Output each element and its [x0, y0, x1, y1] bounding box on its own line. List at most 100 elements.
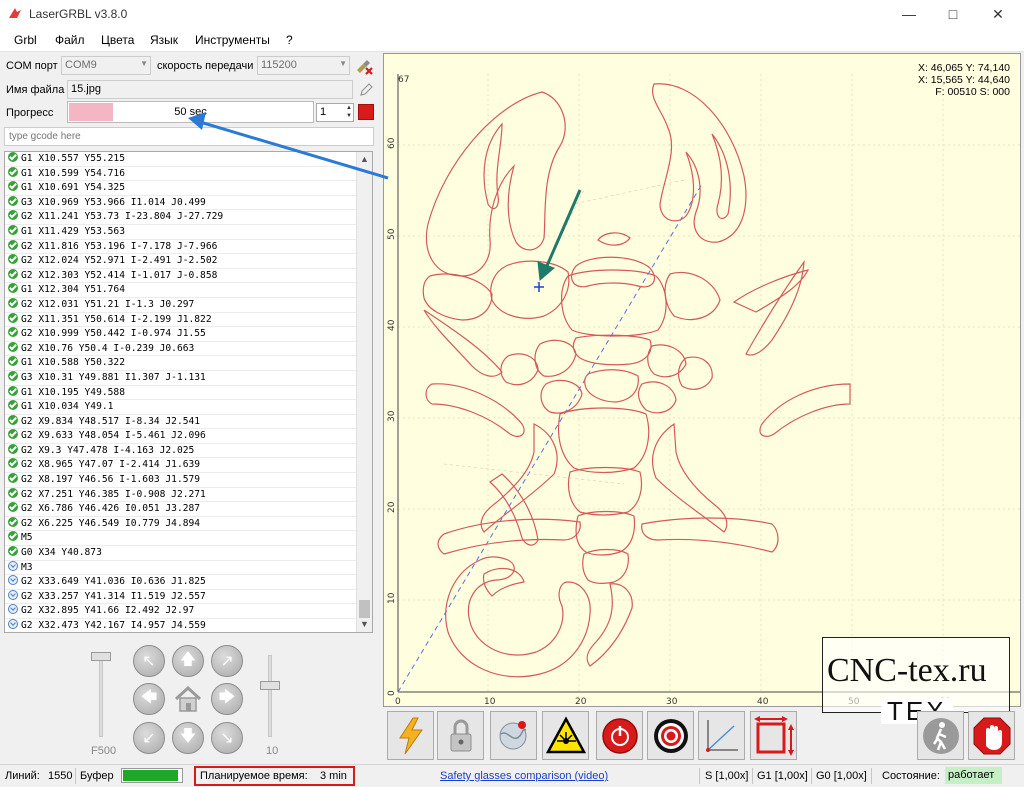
emergency-stop-button[interactable] — [968, 711, 1015, 760]
jog-down-button[interactable]: 🡇 — [172, 722, 204, 754]
menu-tools[interactable]: Инструменты — [195, 33, 270, 47]
pencil-icon[interactable] — [358, 82, 374, 98]
gcode-row[interactable]: G2 X32.473 Y42.167 I4.957 J4.559 — [5, 619, 372, 632]
gcode-row-text: G2 X10.76 Y50.4 I-0.239 J0.663 — [21, 342, 195, 354]
check-circle-icon — [8, 458, 18, 469]
laser-warning-button[interactable] — [542, 711, 589, 760]
gcode-row-text: G2 X32.473 Y42.167 I4.957 J4.559 — [21, 620, 206, 631]
unlock-button[interactable] — [437, 711, 484, 760]
stop-hand-icon — [973, 717, 1010, 754]
walk-mode-button[interactable] — [917, 711, 964, 760]
jog-right-button[interactable]: 🡆 — [211, 683, 243, 715]
gcode-row[interactable]: G2 X10.76 Y50.4 I-0.239 J0.663 — [5, 341, 372, 357]
menu-language[interactable]: Язык — [150, 33, 178, 47]
y-tick: 10 — [387, 592, 397, 604]
jog-up-left-button[interactable]: ↖ — [133, 645, 165, 677]
power-icon — [601, 717, 638, 754]
gcode-row[interactable]: G1 X10.557 Y55.215 — [5, 152, 372, 167]
gcode-row[interactable]: M5 — [5, 531, 372, 547]
gcode-row-text: G1 X10.034 Y49.1 — [21, 401, 114, 413]
gcode-row[interactable]: G2 X12.303 Y52.414 I-1.017 J-0.858 — [5, 268, 372, 284]
gcode-command-input[interactable] — [4, 127, 374, 146]
close-button[interactable]: ✕ — [975, 0, 1021, 28]
gcode-row-text: G2 X6.786 Y46.426 I0.051 J3.287 — [21, 503, 201, 515]
status-separator — [75, 768, 76, 784]
check-circle-icon — [8, 546, 18, 557]
gcode-row[interactable]: M3 — [5, 560, 372, 576]
feed-slider-track[interactable] — [99, 655, 103, 737]
gcode-row[interactable]: G3 X10.31 Y49.881 I1.307 J-1.131 — [5, 370, 372, 386]
maximize-button[interactable]: □ — [930, 0, 976, 28]
step-slider-track[interactable] — [268, 655, 272, 737]
gcode-row[interactable]: G2 X11.816 Y53.196 I-7.178 J-7.966 — [5, 239, 372, 255]
jog-down-right-button[interactable]: ↘ — [211, 722, 243, 754]
s-override: S [1,00x] — [705, 770, 749, 782]
menu-grbl[interactable]: Grbl — [14, 33, 37, 47]
jog-up-button[interactable]: 🡅 — [172, 645, 204, 677]
jog-left-button[interactable]: 🡄 — [133, 683, 165, 715]
title-bar: LaserGRBL v3.8.0 — □ ✕ — [0, 0, 1024, 28]
gcode-row[interactable]: G2 X9.3 Y47.478 I-4.163 J2.025 — [5, 443, 372, 459]
gcode-row[interactable]: G2 X8.965 Y47.07 I-2.414 J1.639 — [5, 458, 372, 474]
set-origin-button[interactable] — [698, 711, 745, 760]
gcode-row[interactable]: G0 X34 Y40.873 — [5, 546, 372, 561]
feed-slider-knob[interactable] — [91, 652, 111, 661]
gcode-row[interactable]: G1 X12.304 Y51.764 — [5, 283, 372, 298]
gcode-row[interactable]: G1 X11.429 Y53.563 — [5, 224, 372, 240]
menu-help[interactable]: ? — [286, 33, 293, 47]
jog-down-left-button[interactable]: ↙ — [133, 722, 165, 754]
com-port-select[interactable]: COM9 ▼ — [61, 56, 151, 75]
gcode-list-scrollbar[interactable]: ▲ ▼ — [356, 152, 372, 632]
gcode-row[interactable]: G2 X7.251 Y46.385 I-0.908 J2.271 — [5, 487, 372, 503]
planned-time-box: Планируемое время: 3 min — [194, 766, 355, 786]
gcode-row-text: M5 — [21, 532, 33, 544]
focus-target-button[interactable] — [647, 711, 694, 760]
frame-button[interactable] — [750, 711, 797, 760]
minimize-button[interactable]: — — [886, 0, 932, 28]
menu-colors[interactable]: Цвета — [101, 33, 134, 47]
gcode-row[interactable]: G2 X8.197 Y46.56 I-1.603 J1.579 — [5, 473, 372, 488]
gcode-row[interactable]: G2 X9.834 Y48.517 I-8.34 J2.541 — [5, 414, 372, 430]
gcode-row[interactable]: G2 X33.649 Y41.036 I0.636 J1.825 — [5, 575, 372, 590]
check-circle-icon — [8, 312, 18, 323]
gcode-row[interactable]: G2 X12.024 Y52.971 I-2.491 J-2.502 — [5, 254, 372, 269]
geolocate-button[interactable] — [490, 711, 537, 760]
gcode-row[interactable]: G2 X9.633 Y48.054 I-5.461 J2.096 — [5, 429, 372, 444]
lines-count: 1550 — [48, 770, 73, 782]
feed-speed-readout: F: 00510 S: 000 — [935, 86, 1010, 98]
gcode-row[interactable]: G2 X33.257 Y41.314 I1.519 J2.557 — [5, 589, 372, 605]
gcode-row[interactable]: G1 X10.195 Y49.588 — [5, 385, 372, 401]
gcode-list[interactable]: G1 X10.557 Y55.215 G1 X10.599 Y54.716 G1 X… — [4, 151, 373, 633]
stop-job-button[interactable] — [358, 104, 374, 120]
laser-power-button[interactable] — [596, 711, 643, 760]
gcode-row[interactable]: G2 X12.031 Y51.21 I-1.3 J0.297 — [5, 297, 372, 313]
safety-glasses-link[interactable]: Safety glasses comparison (video) — [440, 770, 608, 782]
gcode-row[interactable]: G1 X10.599 Y54.716 — [5, 166, 372, 182]
pending-circle-icon — [8, 604, 18, 615]
pass-count-stepper[interactable]: 1 ▲ ▼ — [316, 103, 354, 122]
gcode-row[interactable]: G1 X10.034 Y49.1 — [5, 400, 372, 415]
gcode-row[interactable]: G2 X6.786 Y46.426 I0.051 J3.287 — [5, 502, 372, 517]
jog-up-right-button[interactable]: ↗ — [211, 645, 243, 677]
gcode-row[interactable]: G2 X10.999 Y50.442 I-0.974 J1.55 — [5, 327, 372, 342]
baud-rate-select[interactable]: 115200 ▼ — [257, 56, 350, 75]
menu-file[interactable]: Файл — [55, 33, 85, 47]
gcode-row[interactable]: G1 X10.691 Y54.325 — [5, 181, 372, 196]
gcode-row[interactable]: G2 X32.895 Y41.66 I2.492 J2.97 — [5, 604, 372, 619]
scroll-down-icon[interactable]: ▼ — [360, 619, 369, 629]
gcode-row[interactable]: G2 X11.351 Y50.614 I-2.199 J1.822 — [5, 312, 372, 328]
scroll-thumb[interactable] — [359, 600, 370, 618]
planned-time-value: 3 min — [320, 770, 347, 782]
scroll-up-icon[interactable]: ▲ — [360, 154, 369, 164]
gcode-row[interactable]: G2 X11.241 Y53.73 I-23.804 J-27.729 — [5, 210, 372, 225]
gcode-row[interactable]: G3 X10.969 Y53.966 I1.014 J0.499 — [5, 195, 372, 211]
run-program-button[interactable] — [387, 711, 434, 760]
check-circle-icon — [8, 166, 18, 177]
step-slider-knob[interactable] — [260, 681, 280, 690]
gcode-row[interactable]: G1 X10.588 Y50.322 — [5, 356, 372, 371]
stepper-arrows-icon[interactable]: ▲ ▼ — [346, 104, 352, 120]
preview-canvas[interactable]: 0 10 20 30 40 50 60 67 0 10 20 30 40 50 … — [383, 53, 1021, 707]
gcode-row[interactable]: G2 X6.225 Y46.549 I0.779 J4.894 — [5, 516, 372, 532]
disconnect-icon[interactable] — [354, 56, 374, 76]
jog-home-button[interactable] — [172, 683, 204, 715]
